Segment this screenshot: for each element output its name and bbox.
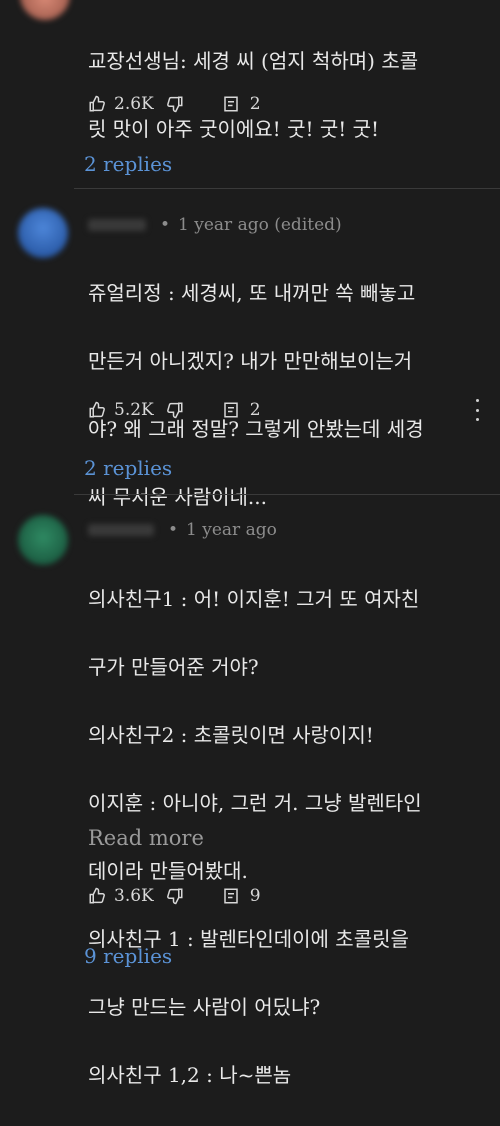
reply-count: 2 [249,400,261,420]
comment-line: 구가 만들어준 거야? [88,655,259,679]
view-replies-link[interactable]: 9 replies [84,944,172,968]
reply-icon[interactable] [222,95,240,113]
comment-line: 데이라 만들어봤대. [88,859,248,883]
like-count: 3.6K [114,886,154,906]
comment-line: 이지훈 : 아니야, 그런 거. 그냥 발렌타인 [88,791,422,815]
author-name[interactable] [88,524,154,536]
comment-actions: 2.6K 2 [88,92,261,116]
reply-count: 2 [249,94,261,114]
avatar[interactable] [18,208,68,258]
comment-line: 의사친구1 : 어! 이지훈! 그거 또 여자친 [88,587,420,611]
more-vertical-icon[interactable] [472,399,482,421]
view-replies-link[interactable]: 2 replies [84,456,172,480]
avatar[interactable] [18,515,68,565]
thumbs-down-icon[interactable] [166,95,184,113]
read-more-link[interactable]: Read more [88,826,204,850]
comment-text: 쥬얼리정 : 세경씨, 또 내꺼만 쏙 빼놓고 만든거 아니겠지? 내가 만만해… [88,242,484,548]
comment-line: 쥬얼리정 : 세경씨, 또 내꺼만 쏙 빼놓고 [88,281,416,305]
comment-line: 릿 맛이 아주 굿이에요! 굿! 굿! 굿! [88,117,380,141]
comment-meta: • 1 year ago (edited) [88,215,342,235]
comment-actions: 5.2K 2 [88,398,261,422]
comment-line: 교장선생님: 세경 씨 (엄지 척하며) 초콜 [88,49,419,73]
avatar[interactable] [20,0,70,20]
author-name[interactable] [88,219,146,231]
thumbs-down-icon[interactable] [166,401,184,419]
comment-line: 그냥 만드는 사람이 어딨냐? [88,995,321,1019]
thumbs-up-icon[interactable] [88,887,106,905]
thumbs-up-icon[interactable] [88,95,106,113]
divider [74,188,500,189]
comment-actions: 3.6K 9 [88,884,261,908]
comment-meta: • 1 year ago [88,520,277,540]
reply-icon[interactable] [222,887,240,905]
comment-time: 1 year ago [186,520,277,540]
comment-line: 만든거 아니겠지? 내가 만만해보이는거 [88,349,413,373]
comment-line: 씨 무서운 사람이네... [88,485,267,509]
reply-count: 9 [249,886,261,906]
like-count: 5.2K [114,400,154,420]
separator-dot: • [168,520,179,540]
like-count: 2.6K [114,94,154,114]
view-replies-link[interactable]: 2 replies [84,152,172,176]
reply-icon[interactable] [222,401,240,419]
comment-line: 의사친구 1,2 : 나~쁜놈 [88,1063,292,1087]
comment-line: 의사친구2 : 초콜릿이면 사랑이지! [88,723,374,747]
comment-time: 1 year ago (edited) [178,215,342,235]
separator-dot: • [160,215,171,235]
divider [74,494,500,495]
thumbs-up-icon[interactable] [88,401,106,419]
thumbs-down-icon[interactable] [166,887,184,905]
